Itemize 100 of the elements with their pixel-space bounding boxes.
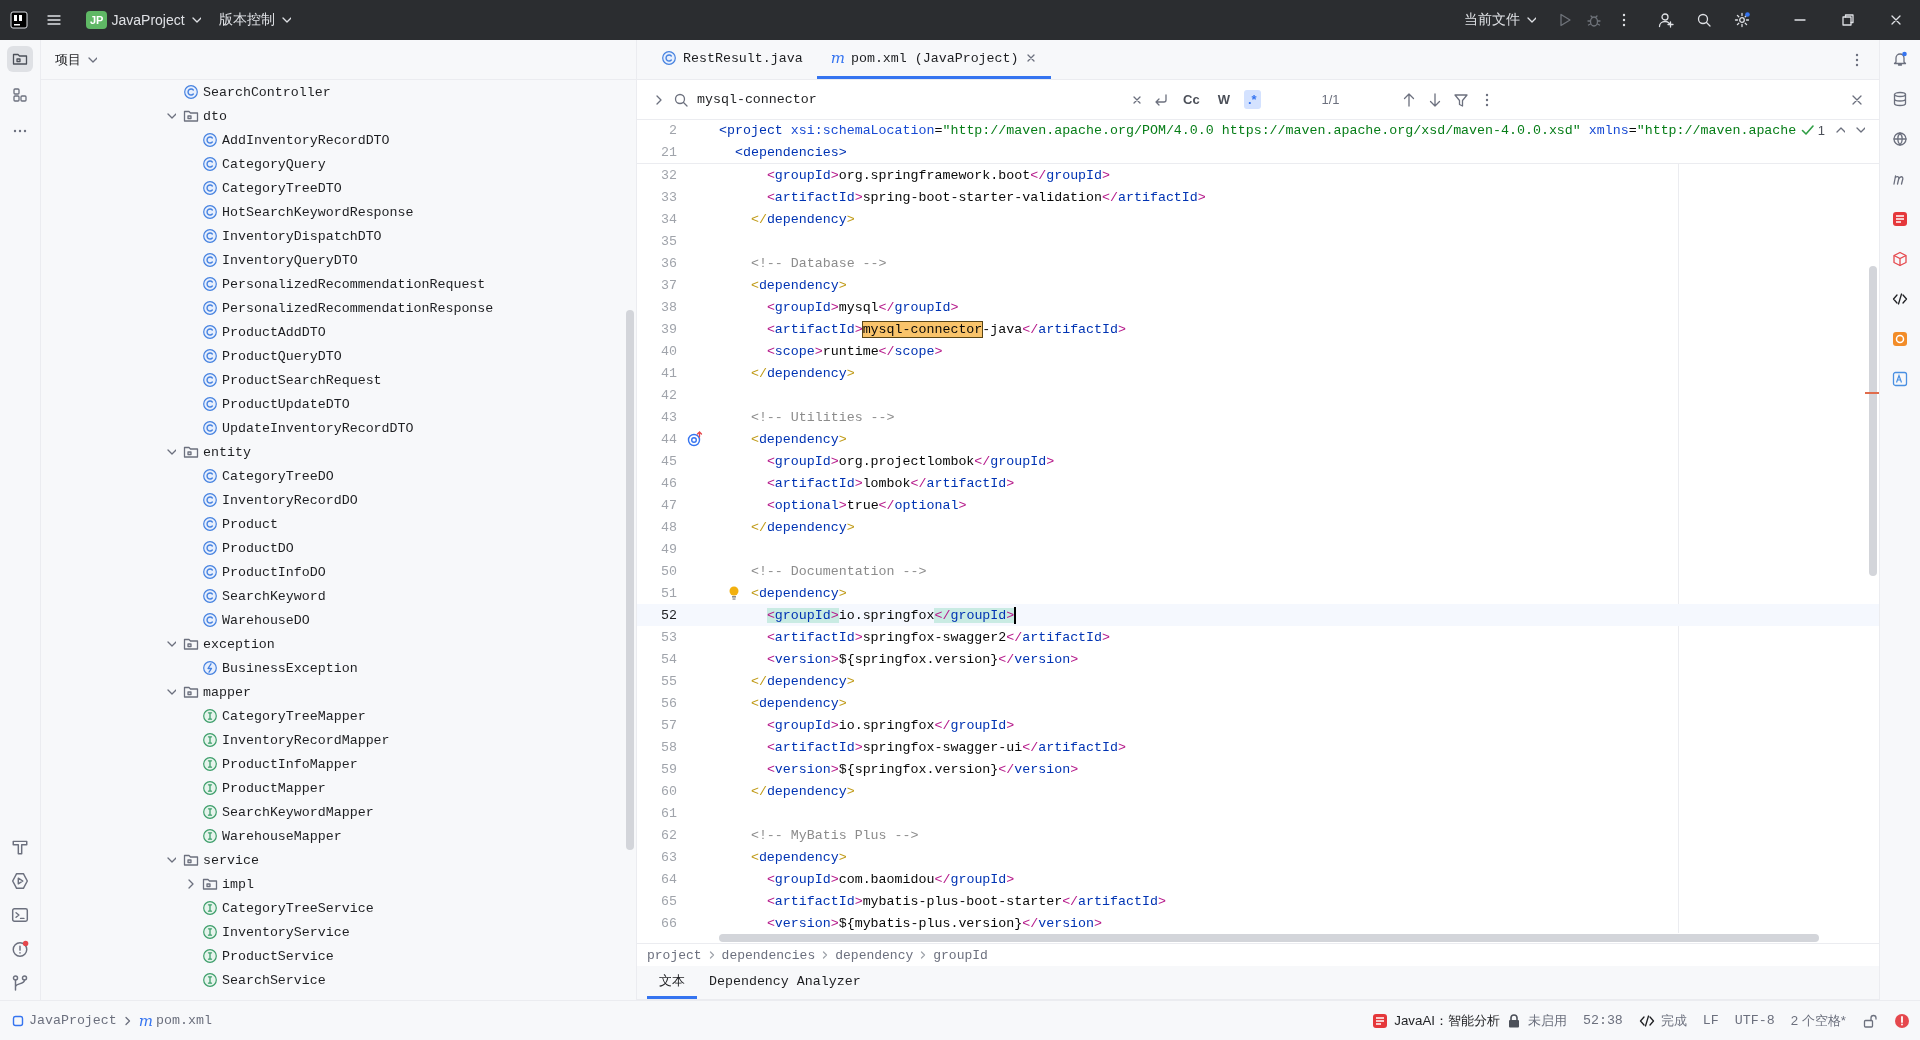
- tree-item[interactable]: ProductUpdateDTO: [180, 393, 350, 415]
- line-number: 34: [660, 211, 677, 227]
- scrollbar-thumb[interactable]: [626, 310, 634, 850]
- problems-icon[interactable]: [11, 940, 29, 958]
- add-user-icon[interactable]: [1658, 12, 1674, 28]
- settings-icon[interactable]: [1734, 12, 1750, 28]
- search-icon[interactable]: [673, 91, 689, 108]
- search-result-marker[interactable]: [1865, 392, 1879, 394]
- tree-item[interactable]: mapper: [161, 681, 251, 703]
- tree-item[interactable]: AddInventoryRecordDTO: [180, 129, 390, 151]
- tree-item[interactable]: CategoryTreeService: [180, 897, 374, 919]
- search-icon[interactable]: [1696, 12, 1712, 28]
- caret-position[interactable]: 52:38: [1582, 1013, 1623, 1028]
- globe-icon[interactable]: [1892, 131, 1908, 147]
- build-icon[interactable]: [11, 838, 29, 856]
- tree-item[interactable]: CategoryTreeMapper: [180, 705, 366, 727]
- code-line: <dependency>: [750, 431, 847, 447]
- tree-item[interactable]: HotSearchKeywordResponse: [180, 201, 414, 223]
- structure-icon[interactable]: [12, 87, 28, 103]
- tree-item[interactable]: SearchService: [180, 969, 326, 991]
- path-item[interactable]: m pom.xml: [138, 1011, 212, 1030]
- tree-item[interactable]: PersonalizedRecommendationRequest: [180, 273, 486, 295]
- git-branch-icon[interactable]: [11, 974, 29, 992]
- file-encoding[interactable]: UTF-8: [1734, 1013, 1775, 1028]
- class-icon: [202, 492, 218, 508]
- class-icon: [202, 324, 218, 340]
- project-selector[interactable]: JP JavaProject: [80, 7, 207, 33]
- notifications-icon[interactable]: [1892, 51, 1908, 67]
- indent-setting[interactable]: 2 个空格*: [1790, 1011, 1846, 1030]
- database-icon[interactable]: [1892, 91, 1908, 107]
- tree-item[interactable]: ProductSearchRequest: [180, 369, 382, 391]
- tree-item[interactable]: ProductService: [180, 945, 334, 967]
- ai-state[interactable]: 未启用: [1527, 1011, 1567, 1030]
- breadcrumb[interactable]: dependency: [835, 947, 914, 963]
- line-number: 59: [660, 761, 677, 777]
- tree-item[interactable]: ProductQueryDTO: [180, 345, 342, 367]
- tree-item[interactable]: SearchKeywordMapper: [180, 801, 374, 823]
- scrollbar-thumb[interactable]: [1869, 266, 1877, 576]
- tree-item[interactable]: CategoryTreeDTO: [180, 177, 342, 199]
- scrollbar-thumb[interactable]: [719, 934, 1819, 942]
- line-number: 39: [660, 321, 677, 337]
- tree-item[interactable]: CategoryQuery: [180, 153, 326, 175]
- search-option-toggle[interactable]: Cc: [1179, 90, 1204, 109]
- line-number: 62: [660, 827, 677, 843]
- translate-icon[interactable]: [1892, 371, 1908, 387]
- editor-tab[interactable]: RestResult.java: [647, 40, 817, 79]
- tree-item[interactable]: PersonalizedRecommendationResponse: [180, 297, 494, 319]
- tree-item[interactable]: ProductInfoMapper: [180, 753, 358, 775]
- tree-item[interactable]: ProductInfoDO: [180, 561, 326, 583]
- tree-item[interactable]: BusinessException: [180, 657, 358, 679]
- tree-item[interactable]: service: [161, 849, 259, 871]
- tree-item[interactable]: ProductDO: [180, 537, 294, 559]
- breadcrumb[interactable]: project: [647, 947, 702, 963]
- filter-icon[interactable]: [1452, 91, 1469, 108]
- tree-item[interactable]: exception: [161, 633, 275, 655]
- line-separator[interactable]: LF: [1702, 1013, 1719, 1028]
- restore-icon[interactable]: [1840, 12, 1856, 28]
- code-line: <dependency>: [750, 849, 847, 865]
- tree-item[interactable]: impl: [180, 873, 254, 895]
- plugin-icon[interactable]: [1892, 331, 1908, 347]
- ai-plugin-status[interactable]: JavaAI：智能分析: [1394, 1011, 1500, 1030]
- chevron-right-icon: [919, 949, 928, 961]
- plugin-icon[interactable]: [1892, 211, 1908, 227]
- tree-item[interactable]: UpdateInventoryRecordDTO: [180, 417, 414, 439]
- override-marker-icon[interactable]: [687, 431, 703, 447]
- code-icon[interactable]: [1892, 291, 1908, 307]
- vcs-menu[interactable]: 版本控制: [212, 7, 297, 33]
- tree-item[interactable]: InventoryQueryDTO: [180, 249, 358, 271]
- tree-item[interactable]: InventoryRecordMapper: [180, 729, 390, 751]
- tree-item[interactable]: InventoryDispatchDTO: [180, 225, 382, 247]
- search-option-toggle[interactable]: W: [1213, 90, 1234, 109]
- terminal-icon[interactable]: [11, 906, 29, 924]
- error-icon[interactable]: [1894, 1012, 1910, 1029]
- cube-icon[interactable]: [1892, 251, 1908, 267]
- breadcrumb[interactable]: groupId: [933, 947, 988, 963]
- tree-item[interactable]: WarehouseDO: [180, 609, 310, 631]
- tree-item[interactable]: SearchKeyword: [180, 585, 326, 607]
- path-item[interactable]: JavaProject: [10, 1012, 117, 1029]
- menu-icon[interactable]: [46, 12, 62, 28]
- tree-item[interactable]: dto: [161, 105, 227, 127]
- tree-item[interactable]: InventoryService: [180, 921, 350, 943]
- tree-item[interactable]: InventoryRecordDO: [180, 489, 358, 511]
- code-line: <version>${mybatis-plus.version}</version>: [766, 915, 1103, 931]
- panel-title[interactable]: 项目: [55, 50, 97, 69]
- tree-item[interactable]: SearchController: [161, 81, 331, 103]
- tree-item[interactable]: entity: [161, 441, 251, 463]
- unlock-icon[interactable]: [1862, 1012, 1878, 1029]
- tree-item[interactable]: ProductMapper: [180, 777, 326, 799]
- editor-view-tab[interactable]: Dependency Analyzer: [697, 966, 873, 999]
- folder-icon[interactable]: [12, 51, 28, 67]
- tree-item[interactable]: Product: [180, 513, 278, 535]
- breadcrumb[interactable]: dependencies: [721, 947, 816, 963]
- services-icon[interactable]: [11, 872, 29, 890]
- tree-item[interactable]: ProductAddDTO: [180, 321, 326, 343]
- completion-status[interactable]: 完成: [1660, 1011, 1687, 1030]
- inspection-widget[interactable]: 1: [1799, 122, 1825, 138]
- tree-item[interactable]: CategoryTreeDO: [180, 465, 334, 487]
- run-config-selector[interactable]: 当前文件: [1458, 7, 1542, 33]
- tree-item[interactable]: WarehouseMapper: [180, 825, 342, 847]
- search-field[interactable]: mysql-connector: [695, 91, 1125, 108]
